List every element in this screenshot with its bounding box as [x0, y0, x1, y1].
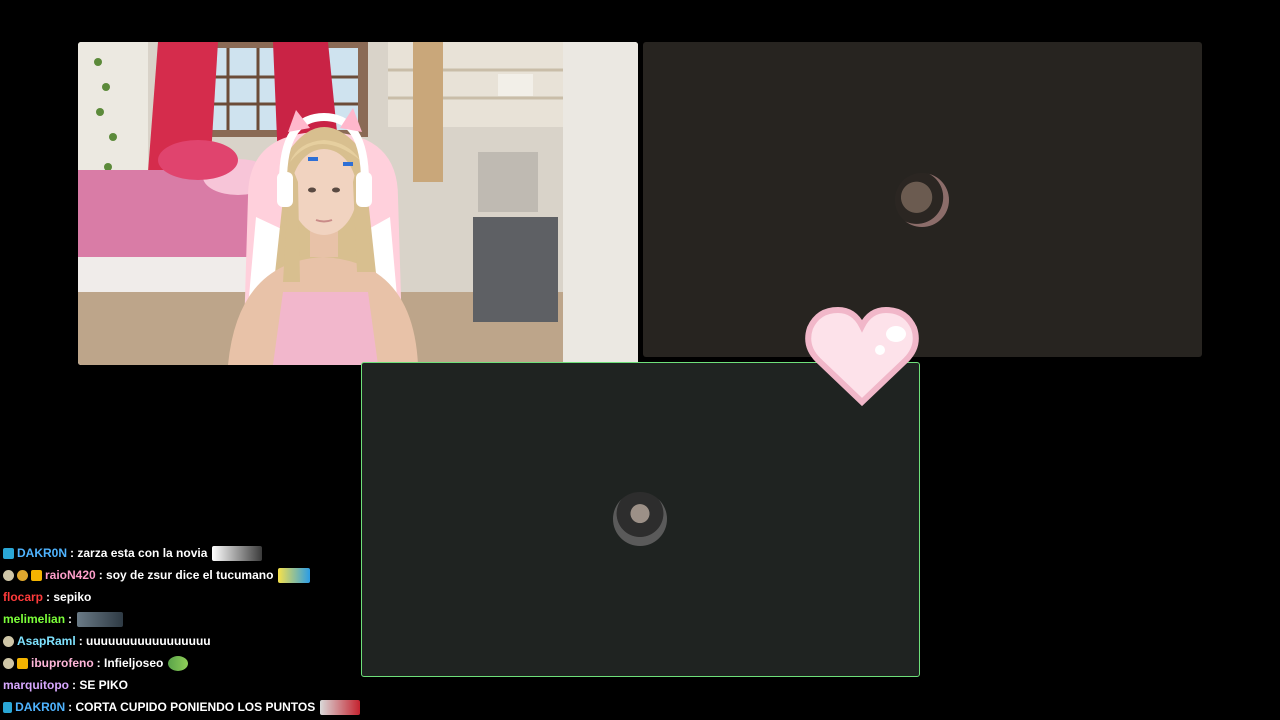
chat-overlay: DAKR0N : zarza esta con la novia raioN42…	[0, 542, 360, 718]
emote-image	[77, 611, 124, 627]
chat-username: DAKR0N	[17, 546, 68, 560]
emote-image	[168, 655, 189, 671]
chat-text: : CORTA CUPIDO PONIENDO LOS PUNTOS	[68, 700, 316, 714]
chat-message: DAKR0N : zarza esta con la novia	[0, 542, 360, 564]
chat-text: : zarza esta con la novia	[70, 546, 208, 560]
badge-icon	[3, 657, 14, 669]
chat-text: : Infieljoseo	[96, 656, 164, 670]
chat-message: melimelian :	[0, 608, 360, 630]
badge-icon	[3, 635, 14, 647]
chat-username: DAKR0N	[15, 700, 66, 714]
chat-username: raioN420	[45, 568, 96, 582]
chat-text: : uuuuuuuuuuuuuuuuu	[78, 634, 211, 648]
chat-text: : SE PIKO	[72, 678, 129, 692]
chat-username: ibuprofeno	[31, 656, 94, 670]
chat-username: flocarp	[3, 590, 44, 604]
participant-avatar[interactable]	[895, 173, 949, 227]
chat-message: marquitopo : SE PIKO	[0, 674, 360, 696]
chat-text: : soy de zsur dice el tucumano	[98, 568, 274, 582]
participant-avatar[interactable]	[613, 492, 667, 546]
badge-icon	[3, 701, 13, 713]
chat-text: :	[68, 612, 73, 626]
emote-image	[278, 567, 311, 583]
chat-username: marquitopo	[3, 678, 69, 692]
pixel-heart-icon	[804, 306, 920, 410]
chat-message: raioN420 : soy de zsur dice el tucumano	[0, 564, 360, 586]
chat-message: AsapRaml : uuuuuuuuuuuuuuuuu	[0, 630, 360, 652]
chat-username: melimelian	[3, 612, 66, 626]
chat-message: DAKR0N : CORTA CUPIDO PONIENDO LOS PUNTO…	[0, 696, 360, 718]
chat-message: flocarp : sepiko	[0, 586, 360, 608]
chat-message: ibuprofeno : Infieljoseo	[0, 652, 360, 674]
webcam-video-tile[interactable]	[78, 42, 638, 365]
badge-icon	[17, 569, 28, 581]
webcam-scene-illustration	[78, 42, 638, 365]
chat-text: : sepiko	[46, 590, 92, 604]
badge-icon	[17, 657, 28, 669]
emote-image	[212, 545, 263, 561]
badge-icon	[3, 547, 14, 559]
participant-tile-right[interactable]	[643, 42, 1202, 357]
badge-icon	[3, 569, 14, 581]
emote-image	[320, 699, 360, 715]
badge-icon	[31, 569, 42, 581]
chat-username: AsapRaml	[17, 634, 76, 648]
